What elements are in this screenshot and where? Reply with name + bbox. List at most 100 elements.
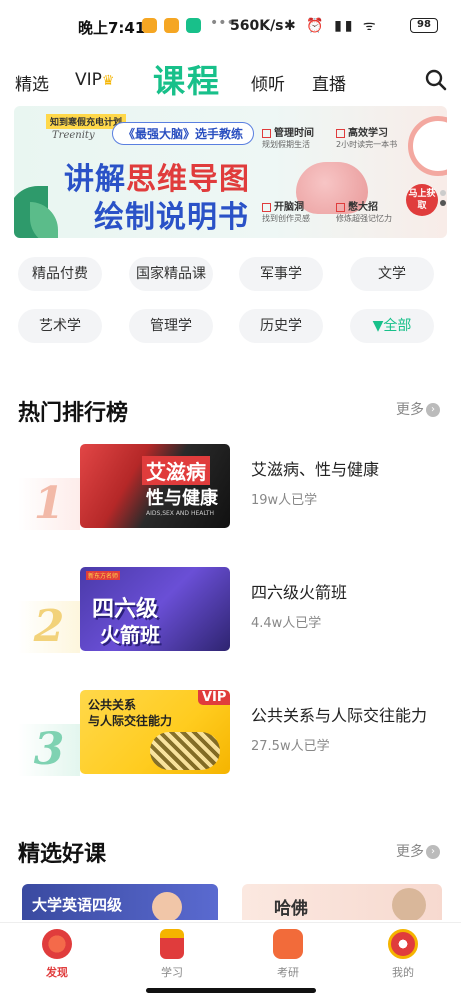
study-icon: [160, 929, 184, 959]
feature-title: 憋大招: [348, 202, 378, 213]
banner-subtitle: 《最强大脑》选手教练: [112, 122, 255, 145]
rank-item[interactable]: 3 公共关系 与人际交往能力 VIP 公共关系与人际交往能力 27.5w人已学: [0, 690, 461, 780]
checkbox-icon: [262, 202, 271, 212]
picks-more-link[interactable]: 更多 ›: [396, 841, 440, 861]
thumb-title: 艾滋病: [142, 456, 210, 485]
checkbox-icon: [336, 128, 345, 138]
course-card[interactable]: 大学英语四级: [22, 884, 218, 920]
carousel-dot-active: [440, 200, 446, 206]
discover-icon: [42, 929, 72, 959]
battery-icon: 98: [410, 18, 438, 33]
checkbox-icon: [262, 128, 271, 138]
nav-tab-jingxuan[interactable]: 精选: [15, 70, 49, 95]
rank-item[interactable]: 1 艾滋病 性与健康 AIDS,SEX AND HEALTH 艾滋病、性与健康 …: [0, 444, 461, 534]
nav-tab-live[interactable]: 直播: [312, 70, 346, 95]
banner-cta-button[interactable]: 马上获取: [406, 184, 438, 216]
teacher-avatar: [152, 892, 182, 920]
thumb-caption: 新东方名师: [86, 571, 121, 580]
banner-feature: 管理时间 规划假期生活: [262, 124, 314, 150]
card-title: 哈佛: [274, 899, 308, 919]
more-label: 更多: [396, 844, 424, 860]
category-chip[interactable]: 艺术学: [18, 309, 102, 343]
hot-more-link[interactable]: 更多 ›: [396, 399, 440, 419]
app-notification-icon: [164, 18, 179, 33]
banner-brand: Treenity: [52, 130, 95, 141]
card-title: 大学英语四级: [32, 896, 123, 914]
teacher-avatar: [392, 888, 426, 920]
search-icon[interactable]: [424, 68, 448, 92]
banner-title-line2: 绘制说明书: [94, 200, 249, 235]
category-chip[interactable]: 历史学: [239, 309, 323, 343]
thumb-subtitle: 性与健康: [146, 488, 218, 509]
learner-count: 4.4w人已学: [251, 616, 322, 631]
learner-count: 19w人已学: [251, 493, 318, 508]
feature-title: 高效学习: [348, 128, 388, 139]
course-title: 公共关系与人际交往能力: [251, 706, 428, 725]
banner-feature: 憋大招 修炼超强记忆力: [336, 198, 392, 224]
status-time: 晚上7:41: [78, 19, 146, 37]
app-notification-icon: [186, 18, 201, 33]
tab-mine[interactable]: 我的: [373, 929, 433, 980]
home-indicator[interactable]: [146, 988, 316, 993]
tab-label: 发现: [46, 966, 68, 979]
tab-exam[interactable]: 考研: [258, 929, 318, 980]
hot-section-title: 热门排行榜: [18, 401, 129, 426]
rank-item[interactable]: 2 新东方名师 四六级 火箭班 四六级火箭班 4.4w人已学: [0, 567, 461, 657]
carousel-dot: [440, 190, 446, 196]
category-chip[interactable]: 国家精品课: [129, 257, 213, 291]
banner-feature: 高效学习 2小时读完一本书: [336, 124, 397, 150]
tab-label: 学习: [161, 966, 183, 979]
tab-label: 考研: [277, 966, 299, 979]
rank-number: 1: [18, 478, 80, 530]
feature-desc: 2小时读完一本书: [336, 140, 398, 149]
category-chip[interactable]: 精品付费: [18, 257, 102, 291]
crowd-illustration: [150, 732, 220, 770]
course-thumbnail: 艾滋病 性与健康 AIDS,SEX AND HEALTH: [80, 444, 230, 528]
carousel-indicator: [440, 190, 446, 210]
course-title: 艾滋病、性与健康: [251, 460, 380, 479]
chevron-right-icon: ›: [426, 403, 440, 417]
tab-discover[interactable]: 发现: [27, 929, 87, 980]
rank-number: 2: [18, 601, 80, 653]
category-chip[interactable]: 管理学: [129, 309, 213, 343]
promo-banner[interactable]: 知到寒假充电计划 Treenity 《最强大脑》选手教练 讲解思维导图 绘制说明…: [14, 106, 447, 238]
vip-badge: VIP: [198, 690, 230, 705]
feature-desc: 找到创作灵感: [262, 214, 310, 223]
nav-tab-listen[interactable]: 倾听: [251, 70, 285, 95]
tab-study[interactable]: 学习: [142, 929, 202, 980]
feature-desc: 规划假期生活: [262, 140, 310, 149]
category-chip-all[interactable]: ▼全部: [350, 309, 434, 343]
chevron-right-icon: ›: [426, 845, 440, 859]
filter-icon: ▼: [372, 318, 384, 334]
banner-feature: 开脑洞 找到创作灵感: [262, 198, 310, 224]
course-title: 四六级火箭班: [251, 583, 348, 602]
clock-illustration: [408, 116, 447, 176]
network-speed: 560K/s: [230, 18, 284, 34]
mine-icon: [388, 929, 418, 959]
tab-label: 我的: [392, 966, 414, 979]
rank-number: 3: [18, 724, 80, 776]
category-chip[interactable]: 军事学: [239, 257, 323, 291]
category-chip[interactable]: 文学: [350, 257, 434, 291]
picks-section-title: 精选好课: [18, 842, 107, 867]
exam-icon: [273, 929, 303, 959]
thumb-caption: AIDS,SEX AND HEALTH: [146, 510, 215, 517]
category-all-label: 全部: [383, 318, 412, 334]
learner-count: 27.5w人已学: [251, 739, 330, 754]
feature-title: 管理时间: [274, 128, 314, 139]
status-icons: ✱ ⏰ ▮▮ ᯤ: [284, 18, 379, 34]
status-bar: 晚上7:41 ••• 560K/s ✱ ⏰ ▮▮ ᯤ 98: [0, 0, 461, 52]
nav-tab-vip-label: VIP: [75, 70, 102, 90]
feature-title: 开脑洞: [274, 202, 304, 213]
leaf-decoration: [30, 202, 58, 238]
thumb-subtitle: 火箭班: [100, 623, 160, 647]
nav-tab-courses[interactable]: 课程: [153, 56, 221, 102]
nav-tab-vip[interactable]: VIP♛: [75, 70, 114, 90]
more-label: 更多: [396, 402, 424, 418]
course-thumbnail: 新东方名师 四六级 火箭班: [80, 567, 230, 651]
course-card[interactable]: 哈佛: [242, 884, 442, 920]
app-notification-icon: [142, 18, 157, 33]
course-thumbnail: 公共关系 与人际交往能力 VIP: [80, 690, 230, 774]
checkbox-icon: [336, 202, 345, 212]
crown-icon: ♛: [101, 73, 115, 89]
